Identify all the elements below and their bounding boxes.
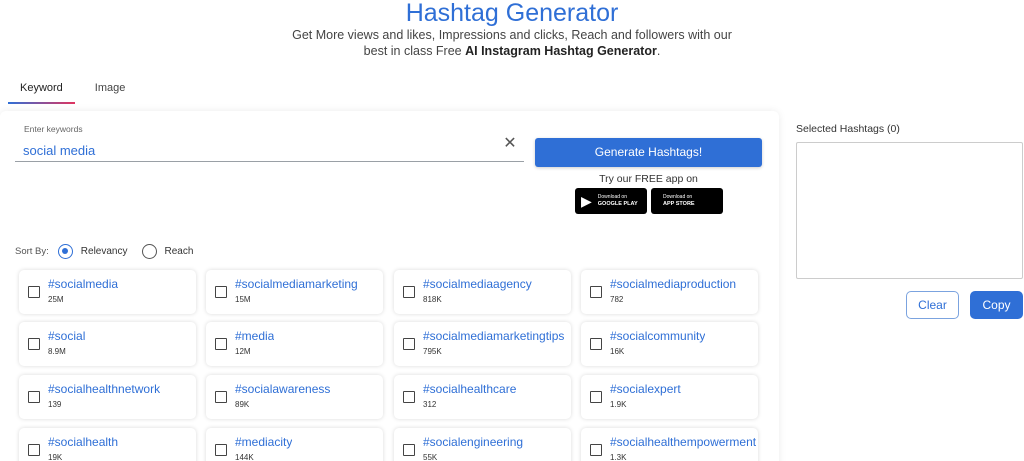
hashtag-card[interactable]: #socialmedia 25M (19, 270, 196, 314)
hashtag-card[interactable]: #socialmediamarketingtips 795K (394, 322, 571, 366)
hashtag-card[interactable]: #mediacity 144K (206, 428, 383, 461)
hashtag-label: #socialawareness (235, 382, 331, 396)
hashtag-label: #socialmediaagency (423, 277, 532, 291)
tab-image[interactable]: Image (83, 78, 138, 104)
hashtag-count: 818K (423, 295, 442, 304)
hashtag-checkbox[interactable] (403, 286, 415, 298)
hashtag-count: 782 (610, 295, 624, 304)
hashtag-checkbox[interactable] (403, 391, 415, 403)
hashtag-count: 139 (48, 400, 62, 409)
hashtag-count: 1.3K (610, 453, 627, 461)
hashtag-count: 1.9K (610, 400, 627, 409)
app-store-line1: Download on (663, 194, 693, 200)
hashtag-count: 795K (423, 347, 442, 356)
hashtag-checkbox[interactable] (28, 391, 40, 403)
app-store-badge[interactable]: Download on APP STORE (651, 188, 723, 214)
reach-label: Reach (164, 245, 194, 257)
hashtag-checkbox[interactable] (403, 338, 415, 350)
google-play-icon: ▶ (581, 192, 592, 209)
page-subtitle: Get More views and likes, Impressions an… (0, 27, 1024, 59)
hashtag-label: #socialexpert (610, 382, 681, 396)
hashtag-count: 15M (235, 295, 251, 304)
subtitle-line-2: best in class Free AI Instagram Hashtag … (0, 43, 1024, 59)
app-store-text: Download on APP STORE (663, 194, 695, 208)
hashtag-card[interactable]: #socialcommunity 16K (581, 322, 758, 366)
hashtag-card[interactable]: #socialawareness 89K (206, 375, 383, 419)
sort-by-row: Sort By: Relevancy Reach (15, 243, 193, 259)
hashtag-checkbox[interactable] (28, 338, 40, 350)
subtitle-bold: AI Instagram Hashtag Generator (465, 44, 657, 58)
subtitle-prefix: best in class Free (363, 44, 466, 58)
google-play-line1: Download on (597, 194, 627, 200)
hashtag-count: 25M (48, 295, 64, 304)
hashtag-label: #socialengineering (423, 435, 524, 449)
page-title: Hashtag Generator (405, 0, 619, 27)
hashtag-card[interactable]: #social 8.9M (19, 322, 196, 366)
radio-reach[interactable] (141, 243, 157, 259)
hashtag-checkbox[interactable] (215, 444, 227, 456)
hashtag-label: #socialmedia (48, 277, 119, 291)
hashtag-card[interactable]: #socialmediaagency 818K (394, 270, 571, 314)
hashtag-card[interactable]: #socialexpert 1.9K (581, 375, 758, 419)
google-play-line2: GOOGLE PLAY (597, 201, 638, 207)
hashtag-count: 16K (610, 347, 625, 356)
copy-button[interactable]: Copy (970, 291, 1023, 319)
hashtag-count: 55K (423, 453, 438, 461)
hashtag-label: #mediacity (235, 435, 293, 449)
selected-hashtags-title: Selected Hashtags (0) (796, 123, 900, 135)
hashtag-checkbox[interactable] (28, 286, 40, 298)
relevancy-label: Relevancy (80, 245, 128, 257)
hashtag-card[interactable]: #socialhealthnetwork 139 (19, 375, 196, 419)
hashtag-checkbox[interactable] (215, 286, 227, 298)
hashtag-card[interactable]: #socialmediaproduction 782 (581, 270, 758, 314)
hashtag-checkbox[interactable] (590, 338, 602, 350)
hashtag-label: #socialmediamarketingtips (423, 329, 565, 343)
clear-button[interactable]: Clear (906, 291, 959, 319)
hashtag-card[interactable]: #socialhealthempowerment 1.3K (581, 428, 758, 461)
app-store-line2: APP STORE (663, 201, 695, 207)
hashtag-checkbox[interactable] (215, 338, 227, 350)
hashtag-count: 8.9M (48, 347, 66, 356)
hashtag-label: #socialmediamarketing (235, 277, 358, 291)
subtitle-suffix: . (656, 44, 661, 58)
hashtag-count: 144K (235, 453, 254, 461)
hashtag-checkbox[interactable] (28, 444, 40, 456)
hashtag-card[interactable]: #socialengineering 55K (394, 428, 571, 461)
hashtag-checkbox[interactable] (590, 444, 602, 456)
hashtag-checkbox[interactable] (403, 444, 415, 456)
hashtag-label: #socialhealth (48, 435, 119, 449)
free-app-text: Try our FREE app on (599, 173, 698, 185)
hashtag-label: #socialmediaproduction (610, 277, 737, 291)
radio-relevancy[interactable] (57, 243, 73, 259)
selected-hashtags-box[interactable] (796, 142, 1023, 279)
google-play-badge[interactable]: ▶ Download on GOOGLE PLAY (575, 188, 647, 214)
google-play-text: Download on GOOGLE PLAY (598, 194, 638, 208)
hero-header: Hashtag Generator Get More views and lik… (0, 0, 1024, 59)
hashtag-label: #socialhealthnetwork (48, 382, 161, 396)
generate-hashtags-button[interactable]: Generate Hashtags! (535, 138, 762, 167)
hashtag-label: #media (235, 329, 275, 343)
mode-tabs: Keyword Image (8, 78, 137, 104)
hashtag-label: #socialhealthempowerment (610, 435, 757, 449)
hashtag-label: #social (48, 329, 86, 343)
hashtag-card[interactable]: #media 12M (206, 322, 383, 366)
close-icon[interactable]: ✕ (500, 134, 520, 154)
hashtag-count: 89K (235, 400, 250, 409)
subtitle-line-1: Get More views and likes, Impressions an… (292, 28, 732, 42)
hashtag-count: 312 (423, 400, 437, 409)
hashtag-checkbox[interactable] (590, 391, 602, 403)
hashtag-count: 12M (235, 347, 251, 356)
keyword-input[interactable] (15, 139, 524, 162)
tab-keyword[interactable]: Keyword (8, 78, 75, 104)
keyword-field-label: Enter keywords (24, 124, 83, 134)
hashtag-card[interactable]: #socialmediamarketing 15M (206, 270, 383, 314)
hashtag-label: #socialhealthcare (423, 382, 517, 396)
hashtag-checkbox[interactable] (590, 286, 602, 298)
hashtag-checkbox[interactable] (215, 391, 227, 403)
hashtag-card[interactable]: #socialhealthcare 312 (394, 375, 571, 419)
hashtag-card[interactable]: #socialhealth 19K (19, 428, 196, 461)
hashtag-label: #socialcommunity (610, 329, 706, 343)
hashtag-count: 19K (48, 453, 63, 461)
sort-by-label: Sort By: (15, 245, 49, 257)
